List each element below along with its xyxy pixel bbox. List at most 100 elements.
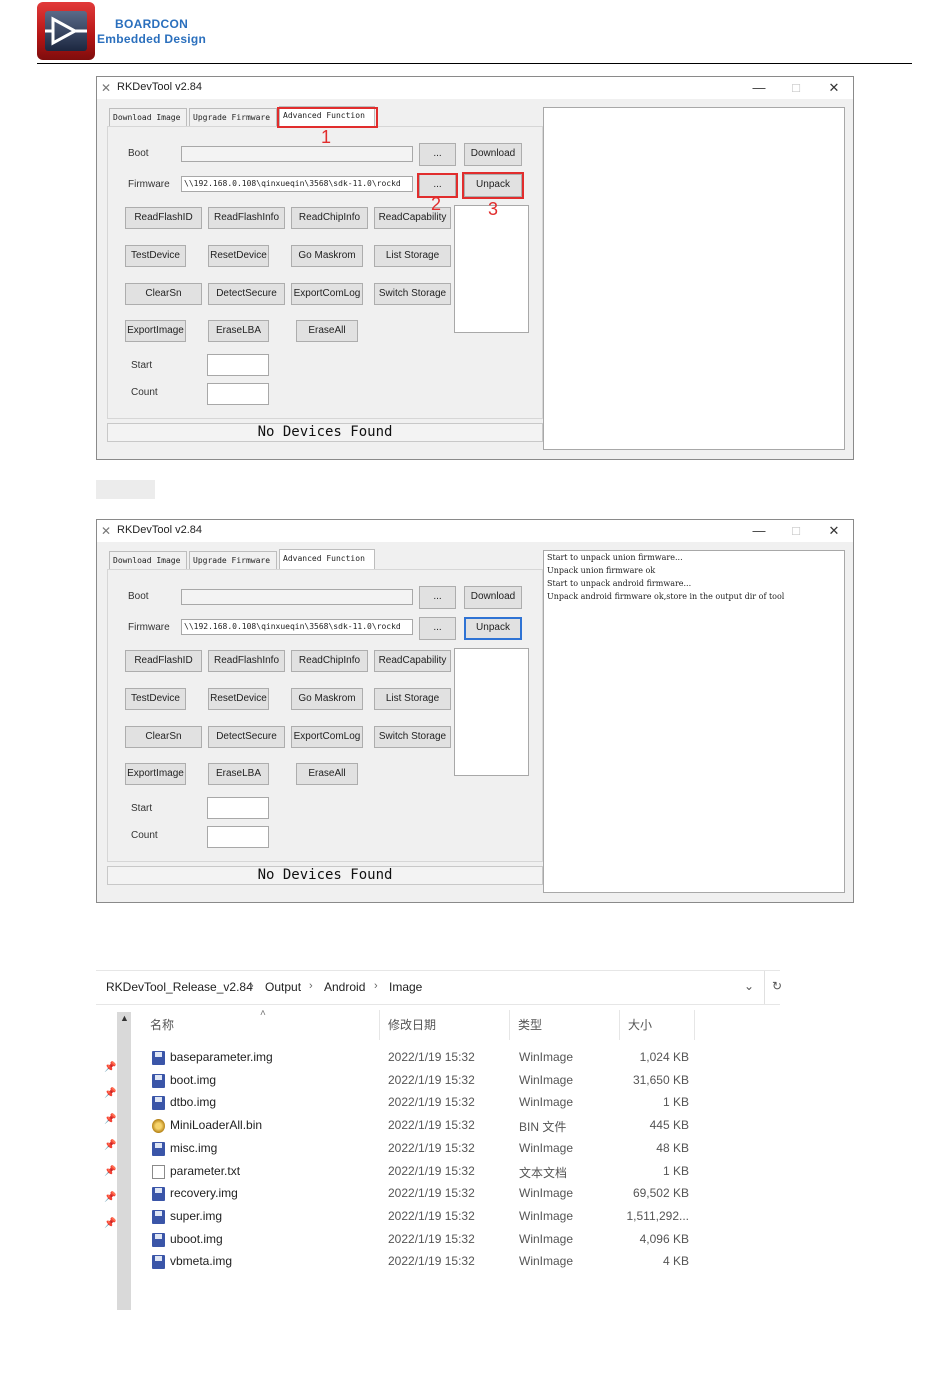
file-row[interactable]: uboot.img 2022/1/19 15:32 WinImage 4,096 KB [146, 1232, 706, 1250]
close-button[interactable]: ✕ [820, 79, 848, 97]
log-pane [543, 107, 845, 450]
go-maskrom-button[interactable]: Go Maskrom [291, 688, 363, 710]
refresh-icon[interactable]: ↻ [772, 979, 782, 993]
file-row[interactable]: parameter.txt 2022/1/19 15:32 文本文档 1 KB [146, 1164, 706, 1182]
file-row[interactable]: super.img 2022/1/19 15:32 WinImage 1,511,29… [146, 1209, 706, 1227]
status-bar: No Devices Found [107, 423, 543, 442]
pin-icon: 📌 [104, 1218, 117, 1229]
log-line: Unpack android firmware ok,store in the … [547, 592, 785, 601]
file-row[interactable]: MiniLoaderAll.bin 2022/1/19 15:32 BIN 文件 44… [146, 1118, 706, 1136]
breadcrumb-output[interactable]: Output [265, 980, 301, 994]
minimize-button[interactable]: — [745, 79, 773, 97]
chevron-down-icon[interactable]: ⌄ [744, 979, 754, 993]
testdevice-button[interactable]: TestDevice [125, 245, 186, 267]
tab-upgrade-firmware[interactable]: Upgrade Firmware [189, 551, 277, 569]
download-button[interactable]: Download [464, 143, 522, 166]
start-input[interactable] [207, 797, 269, 819]
boardcon-logo [37, 2, 95, 60]
eraselba-button[interactable]: EraseLBA [208, 763, 269, 785]
file-row[interactable]: boot.img 2022/1/19 15:32 WinImage 31,650 KB [146, 1073, 706, 1091]
resetdevice-button[interactable]: ResetDevice [208, 245, 269, 267]
readchipinfo-button[interactable]: ReadChipInfo [291, 207, 368, 229]
chevron-right-icon: › [250, 980, 254, 992]
firmware-path-field[interactable]: \\192.168.0.108\qinxueqin\3568\sdk-11.0\… [181, 176, 413, 192]
readcapability-button[interactable]: ReadCapability [374, 650, 451, 672]
tab-download-image[interactable]: Download Image [109, 551, 187, 569]
file-size: 1,511,292... [626, 1208, 690, 1223]
nav-scrollbar[interactable] [117, 1012, 131, 1310]
maximize-button[interactable]: □ [782, 79, 810, 97]
storage-listbox[interactable] [454, 648, 529, 776]
readflashid-button[interactable]: ReadFlashID [125, 650, 202, 672]
clearsn-button[interactable]: ClearSn [125, 283, 202, 305]
file-row[interactable]: misc.img 2022/1/19 15:32 WinImage 48 KB [146, 1141, 706, 1159]
breadcrumb-root[interactable]: RKDevTool_Release_v2.84 [106, 980, 253, 994]
resetdevice-button[interactable]: ResetDevice [208, 688, 269, 710]
exportimage-button[interactable]: ExportImage [125, 320, 186, 342]
exportcomlog-button[interactable]: ExportComLog [291, 726, 363, 748]
firmware-browse-button[interactable]: ... [419, 617, 456, 640]
count-input[interactable] [207, 826, 269, 848]
testdevice-button[interactable]: TestDevice [125, 688, 186, 710]
close-button[interactable]: ✕ [820, 522, 848, 540]
boot-browse-button[interactable]: ... [419, 143, 456, 166]
file-row[interactable]: recovery.img 2022/1/19 15:32 WinImage 69,50… [146, 1186, 706, 1204]
tab-download-image[interactable]: Download Image [109, 108, 187, 126]
start-input[interactable] [207, 354, 269, 376]
breadcrumb-android[interactable]: Android [324, 980, 365, 994]
column-divider[interactable] [619, 1010, 620, 1040]
eraselba-button[interactable]: EraseLBA [208, 320, 269, 342]
minimize-button[interactable]: — [745, 522, 773, 540]
pin-icon: 📌 [104, 1166, 117, 1177]
column-header-size[interactable]: 大小 [628, 1016, 652, 1033]
download-button[interactable]: Download [464, 586, 522, 609]
column-header-date[interactable]: 修改日期 [388, 1016, 436, 1033]
readflashinfo-button[interactable]: ReadFlashInfo [208, 207, 285, 229]
clearsn-button[interactable]: ClearSn [125, 726, 202, 748]
readflashinfo-button[interactable]: ReadFlashInfo [208, 650, 285, 672]
address-bar[interactable]: RKDevTool_Release_v2.84 › Output › Andro… [96, 970, 782, 1005]
storage-listbox[interactable] [454, 205, 529, 333]
pin-icon: 📌 [104, 1088, 117, 1099]
disk-image-icon [152, 1051, 165, 1065]
column-header-name[interactable]: 名称 [150, 1016, 174, 1033]
file-row[interactable]: vbmeta.img 2022/1/19 15:32 WinImage 4 KB [146, 1254, 706, 1272]
scroll-up-icon[interactable]: ▲ [120, 1013, 129, 1023]
file-row[interactable]: baseparameter.img 2022/1/19 15:32 WinImage… [146, 1050, 706, 1068]
file-type: WinImage [519, 1140, 574, 1155]
tab-upgrade-firmware[interactable]: Upgrade Firmware [189, 108, 277, 126]
boot-browse-button[interactable]: ... [419, 586, 456, 609]
logo-arrow-icon [45, 16, 87, 46]
count-input[interactable] [207, 383, 269, 405]
file-type: WinImage [519, 1208, 574, 1223]
annotation-2: 2 [431, 194, 442, 214]
tab-advanced-function[interactable]: Advanced Function [279, 549, 375, 570]
list-storage-button[interactable]: List Storage [374, 245, 451, 267]
boot-path-field[interactable] [181, 589, 413, 605]
readflashid-button[interactable]: ReadFlashID [125, 207, 202, 229]
exportimage-button[interactable]: ExportImage [125, 763, 186, 785]
eraseall-button[interactable]: EraseAll [296, 320, 358, 342]
firmware-path-field[interactable]: \\192.168.0.108\qinxueqin\3568\sdk-11.0\… [181, 619, 413, 635]
file-row[interactable]: dtbo.img 2022/1/19 15:32 WinImage 1 KB [146, 1095, 706, 1113]
exportcomlog-button[interactable]: ExportComLog [291, 283, 363, 305]
column-header-type[interactable]: 类型 [518, 1016, 542, 1033]
list-storage-button[interactable]: List Storage [374, 688, 451, 710]
detectsecure-button[interactable]: DetectSecure [208, 283, 285, 305]
file-type: WinImage [519, 1254, 574, 1269]
detectsecure-button[interactable]: DetectSecure [208, 726, 285, 748]
column-divider[interactable] [379, 1010, 380, 1040]
column-divider[interactable] [509, 1010, 510, 1040]
breadcrumb-image[interactable]: Image [389, 980, 422, 994]
file-type: WinImage [519, 1072, 574, 1087]
maximize-button[interactable]: □ [782, 522, 810, 540]
column-divider[interactable] [694, 1010, 695, 1040]
boot-path-field[interactable] [181, 146, 413, 162]
go-maskrom-button[interactable]: Go Maskrom [291, 245, 363, 267]
switch-storage-button[interactable]: Switch Storage [374, 283, 451, 305]
switch-storage-button[interactable]: Switch Storage [374, 726, 451, 748]
unpack-button[interactable]: Unpack [464, 617, 522, 640]
firmware-label: Firmware [128, 179, 170, 190]
eraseall-button[interactable]: EraseAll [296, 763, 358, 785]
readchipinfo-button[interactable]: ReadChipInfo [291, 650, 368, 672]
